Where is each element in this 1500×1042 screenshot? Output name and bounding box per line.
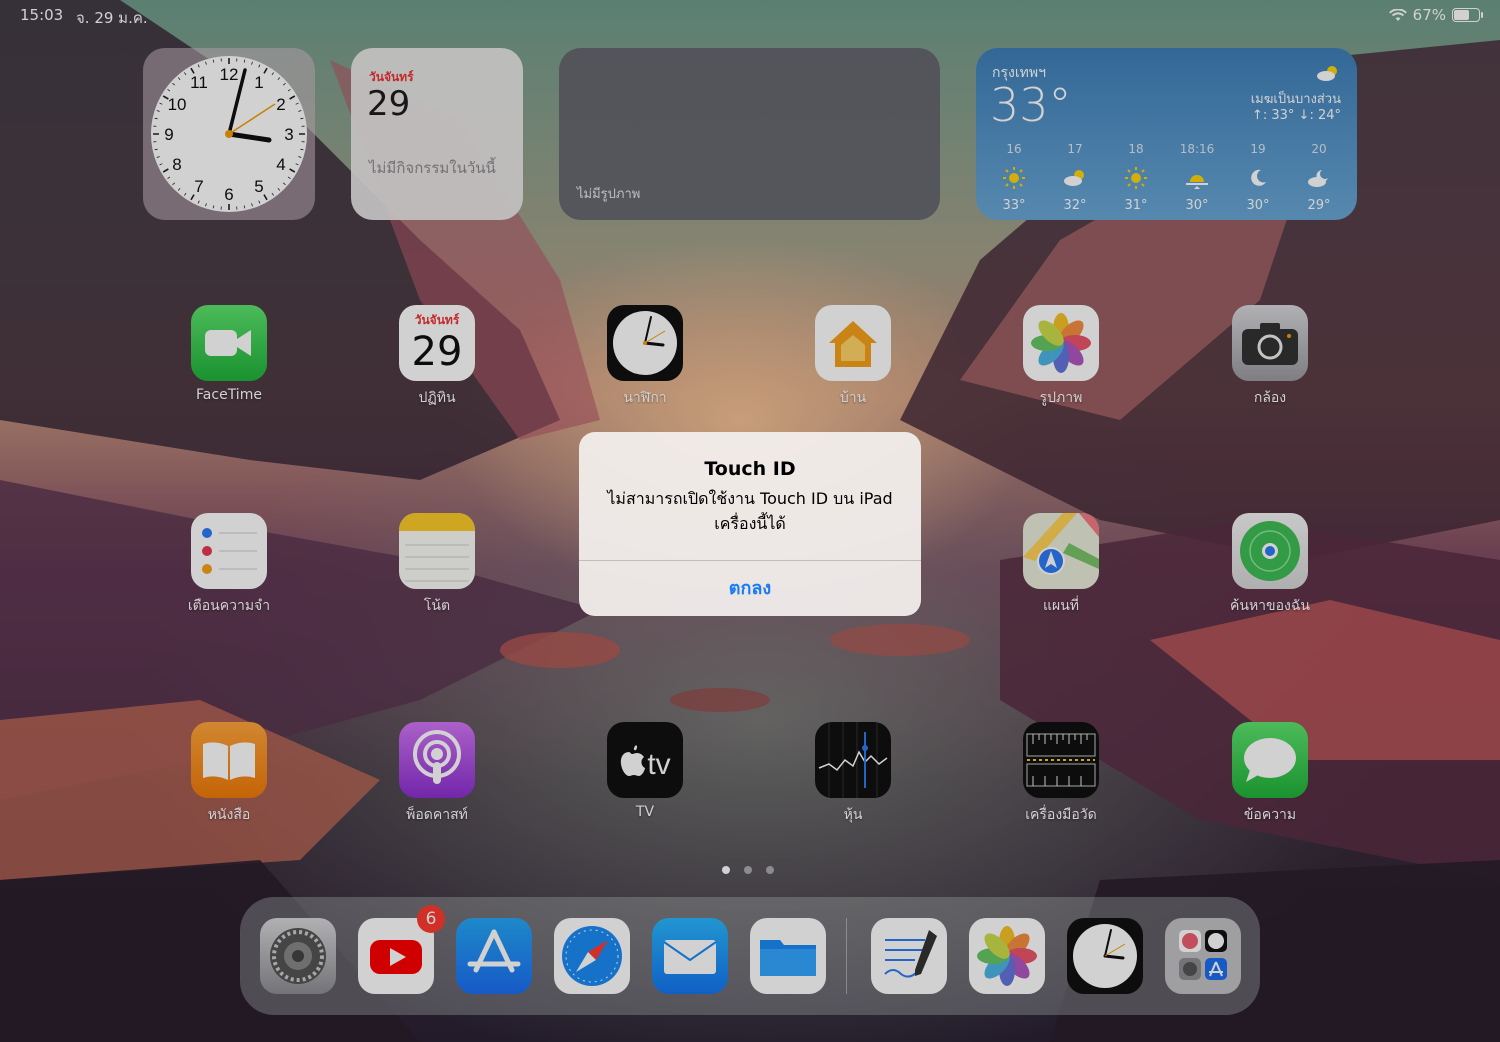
alert-message-line-2: เครื่องนี้ได้ bbox=[714, 514, 786, 533]
touch-id-alert: Touch ID ไม่สามารถเปิดใช้งาน Touch ID บน… bbox=[579, 432, 921, 616]
alert-ok-button[interactable]: ตกลง bbox=[579, 561, 921, 616]
alert-title: Touch ID bbox=[704, 458, 796, 480]
alert-message-line-1: ไม่สามารถเปิดใช้งาน Touch ID บน iPad bbox=[607, 489, 893, 508]
alert-message: ไม่สามารถเปิดใช้งาน Touch ID บน iPad เคร… bbox=[601, 486, 899, 536]
